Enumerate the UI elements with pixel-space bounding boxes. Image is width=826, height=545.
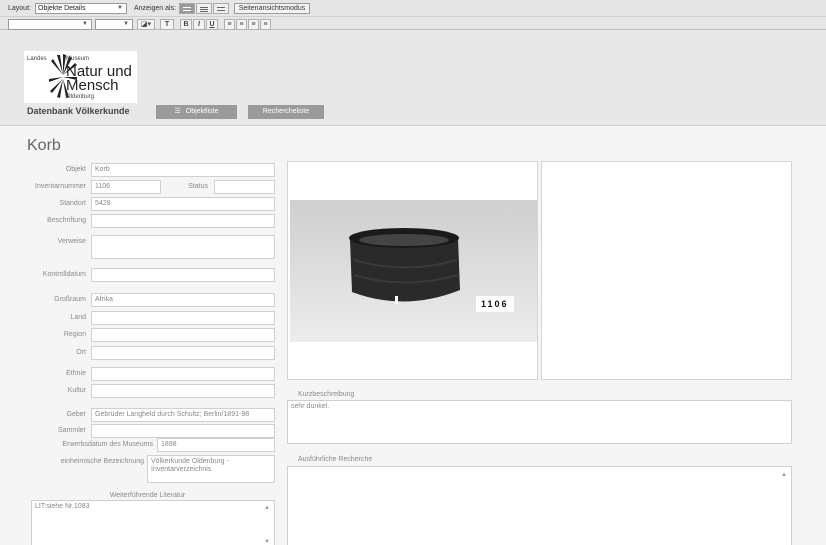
sammler-field[interactable] xyxy=(91,424,275,438)
beschriftung-label: Beschriftung xyxy=(47,217,86,224)
geber-label: Geber xyxy=(66,411,86,418)
align-justify-icon[interactable]: ≡ xyxy=(260,19,271,30)
ausfuehrliche-recherche-label: Ausführliche Recherche xyxy=(298,456,373,463)
italic-button[interactable]: I xyxy=(193,19,205,30)
scroll-up-icon[interactable]: ▲ xyxy=(781,471,787,479)
ethnie-field[interactable] xyxy=(91,367,275,381)
ausfuehrliche-recherche-field[interactable]: ▲ xyxy=(287,466,792,545)
erwerbsdatum-label: Erwerbsdatum des Museums xyxy=(62,441,153,448)
einheimische-bezeichnung-label: einheimische Bezeichnung xyxy=(60,458,144,465)
inventarnummer-field[interactable]: 1106 xyxy=(91,180,161,194)
geber-field[interactable]: Gebrüder Langheld durch Schultz; Berlin/… xyxy=(91,408,275,422)
logo-top-right: Museum xyxy=(66,56,90,62)
text-color-button[interactable]: ◪▾ xyxy=(137,19,155,30)
objektliste-label: Objektliste xyxy=(185,108,219,115)
verweise-field[interactable] xyxy=(91,235,275,259)
standort-field[interactable]: 5428 xyxy=(91,197,275,211)
view-form-button[interactable] xyxy=(179,3,195,14)
ethnie-label: Ethnie xyxy=(66,370,86,377)
basket-image-icon xyxy=(290,200,537,342)
objekt-field[interactable]: Korb xyxy=(91,163,275,177)
region-label: Region xyxy=(63,331,86,338)
scroll-down-icon[interactable]: ▼ xyxy=(264,538,270,545)
second-photo-panel xyxy=(541,161,792,380)
grossraum-field[interactable]: Afrika xyxy=(91,293,275,307)
rechercheliste-button[interactable]: Recherche­liste xyxy=(248,105,324,119)
align-center-icon[interactable]: ≡ xyxy=(236,19,247,30)
underline-button[interactable]: U xyxy=(206,19,218,30)
view-table-button[interactable] xyxy=(213,3,229,14)
einheimische-bezeichnung-field[interactable]: Völkerkunde Oldenburg - Inventarverzeich… xyxy=(147,455,275,483)
museum-logo: Landes Museum Natur und Mensch Oldenburg xyxy=(24,51,137,103)
page-title: Korb xyxy=(27,137,61,154)
database-title: Datenbank Völkerkunde xyxy=(27,106,130,116)
chevron-down-icon: ▼ xyxy=(117,5,123,11)
align-right-icon[interactable]: ≡ xyxy=(248,19,259,30)
bold-button[interactable]: B xyxy=(180,19,192,30)
view-list-button[interactable] xyxy=(196,3,212,14)
status-field[interactable] xyxy=(214,180,275,194)
kurzbeschreibung-label: Kurzbeschreibung xyxy=(298,391,355,398)
land-field[interactable] xyxy=(91,311,275,325)
literatur-field[interactable]: LIT:siehe Nr.1083 ▲ ▼ xyxy=(31,500,275,545)
literatur-text: LIT:siehe Nr.1083 xyxy=(35,503,90,510)
sammler-label: Sammler xyxy=(57,427,86,434)
inventarnummer-label: Inventarnummer xyxy=(35,183,86,190)
status-label: Status xyxy=(188,183,208,190)
ort-field[interactable] xyxy=(91,346,275,360)
logo-line-2: Mensch xyxy=(66,77,119,94)
layout-select-value: Objekte Details xyxy=(38,5,86,12)
standort-label: Standort xyxy=(59,200,86,207)
beschriftung-field[interactable] xyxy=(91,214,275,228)
font-size-select[interactable]: ▼ xyxy=(95,19,133,30)
font-select[interactable]: ▼ xyxy=(8,19,92,30)
basket-photo[interactable]: 1106 xyxy=(290,200,537,342)
photo-inventory-tag: 1106 xyxy=(481,299,509,309)
literatur-label: Weiterführende Literatur xyxy=(109,492,186,499)
grossraum-label: Großraum xyxy=(54,296,86,303)
ort-label: Ort xyxy=(76,349,86,356)
kultur-label: Kultur xyxy=(67,387,86,394)
erwerbsdatum-field[interactable]: 1898 xyxy=(157,438,275,452)
align-left-icon[interactable]: ≡ xyxy=(224,19,235,30)
chevron-down-icon: ▼ xyxy=(82,21,88,27)
verweise-label: Verweise xyxy=(57,238,86,245)
page-view-button[interactable]: Seitenansichtsmodus xyxy=(234,3,310,14)
kultur-field[interactable] xyxy=(91,384,275,398)
region-field[interactable] xyxy=(91,328,275,342)
kontrolldatum-label: Kontrolldatum xyxy=(42,271,86,278)
chevron-down-icon: ▼ xyxy=(123,21,129,27)
layout-select[interactable]: Objekte Details ▼ xyxy=(35,3,127,14)
list-icon: ☰ xyxy=(174,108,181,115)
logo-city: Oldenburg xyxy=(66,94,95,100)
objekt-label: Objekt xyxy=(65,166,86,173)
text-style-button[interactable]: T xyxy=(160,19,174,30)
scroll-up-icon[interactable]: ▲ xyxy=(264,504,270,512)
logo-top-left: Landes xyxy=(27,56,47,62)
view-label: Anzeigen als: xyxy=(134,5,177,12)
toolbar: Layout: Objekte Details ▼ Anzeigen als: … xyxy=(0,0,826,30)
land-label: Land xyxy=(70,314,86,321)
kurzbeschreibung-field[interactable]: sehr dunkel. xyxy=(287,400,792,444)
objektliste-button[interactable]: ☰ Objektliste xyxy=(156,105,237,119)
layout-label: Layout: xyxy=(8,5,31,12)
kontrolldatum-field[interactable] xyxy=(91,268,275,282)
